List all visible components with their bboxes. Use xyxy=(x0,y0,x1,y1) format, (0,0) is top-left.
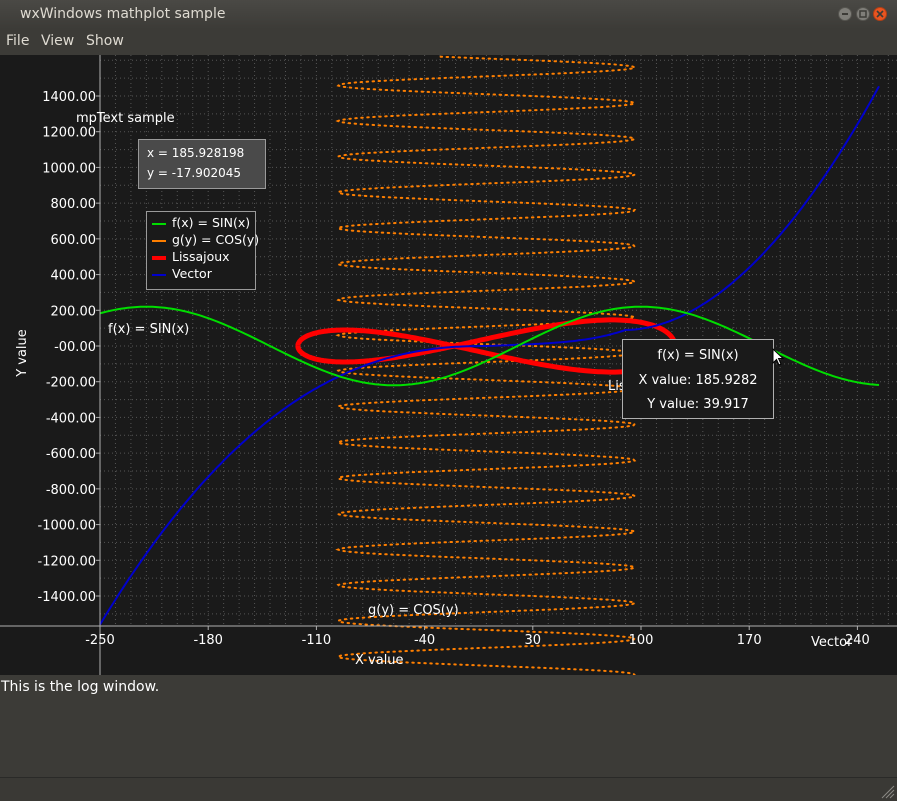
tooltip-title: f(x) = SIN(x) xyxy=(657,348,739,363)
y-tick-label: 200.00 xyxy=(51,304,97,319)
mptext-sample: mpText sample xyxy=(76,111,175,126)
tooltip-box: f(x) = SIN(x) X value: 185.9282 Y value:… xyxy=(622,339,774,419)
resize-grip-icon[interactable] xyxy=(879,783,895,799)
legend: f(x) = SIN(x) g(y) = COS(y) Lissajoux Ve… xyxy=(146,211,260,290)
legend-label: Lissajoux xyxy=(172,249,230,264)
title-bar: wxWindows mathplot sample xyxy=(0,0,897,29)
tooltip-y-value: Y value: 39.917 xyxy=(647,397,749,412)
legend-label: Vector xyxy=(172,266,212,281)
y-tick-label: -1400.00 xyxy=(38,590,96,605)
window-title: wxWindows mathplot sample xyxy=(20,6,226,22)
log-window[interactable]: This is the log window. xyxy=(0,677,897,777)
minimize-icon xyxy=(842,13,848,15)
series-cos xyxy=(335,55,638,675)
menu-bar: File View Show xyxy=(0,29,897,54)
cos-series-label: g(y) = COS(y) xyxy=(368,603,459,618)
x-tick-label: -40 xyxy=(414,633,435,648)
status-bar xyxy=(0,777,897,801)
y-tick-label: 1400.00 xyxy=(42,90,96,105)
menu-show[interactable]: Show xyxy=(86,33,124,49)
legend-swatch xyxy=(152,256,166,260)
coord-x: x = 185.928198 xyxy=(147,146,245,160)
close-button[interactable] xyxy=(873,7,887,21)
y-tick-label: 400.00 xyxy=(51,269,97,284)
x-tick-label: -180 xyxy=(193,633,223,648)
y-tick-label: -400.00 xyxy=(46,411,96,426)
sin-series-label: f(x) = SIN(x) xyxy=(108,322,189,337)
y-tick-label: -800.00 xyxy=(46,483,96,498)
legend-label: g(y) = COS(y) xyxy=(172,232,260,247)
plot-area[interactable]: 1400.00 1200.00 1000.00 800.00 600.00 400.00 2… xyxy=(0,55,897,675)
maximize-button[interactable] xyxy=(856,7,870,21)
close-icon xyxy=(876,10,884,18)
x-axis-label: X value xyxy=(355,653,404,668)
tooltip-x-value: X value: 185.9282 xyxy=(638,373,758,388)
legend-swatch xyxy=(152,223,166,225)
x-tick-label: -110 xyxy=(302,633,332,648)
x-tick-label: -250 xyxy=(85,633,115,648)
y-tick-label: -1200.00 xyxy=(38,554,96,569)
legend-swatch xyxy=(152,240,166,242)
vector-series-label: Vector xyxy=(811,635,853,650)
y-tick-label: 1000.00 xyxy=(42,161,96,176)
y-axis-label: Y value xyxy=(15,329,30,378)
log-text: This is the log window. xyxy=(1,679,160,695)
y-tick-label: 1200.00 xyxy=(42,126,96,141)
coord-y: y = -17.902045 xyxy=(147,166,242,180)
coordinates-box: x = 185.928198 y = -17.902045 xyxy=(138,139,266,189)
y-tick-label: 600.00 xyxy=(51,233,97,248)
y-tick-label: -600.00 xyxy=(46,447,96,462)
legend-swatch xyxy=(152,274,166,276)
y-tick-label: 800.00 xyxy=(51,197,97,212)
x-tick-label: 100 xyxy=(629,633,654,648)
mouse-cursor-icon xyxy=(772,348,785,366)
y-tick-label: -200.00 xyxy=(46,376,96,391)
legend-label: f(x) = SIN(x) xyxy=(172,215,251,230)
x-tick-label: 30 xyxy=(525,633,542,648)
maximize-icon xyxy=(859,10,867,18)
menu-file[interactable]: File xyxy=(6,33,29,49)
x-tick-label: 170 xyxy=(737,633,762,648)
y-tick-label: -00.00 xyxy=(54,340,96,355)
minimize-button[interactable] xyxy=(838,7,852,21)
menu-view[interactable]: View xyxy=(41,33,74,49)
y-tick-label: -1000.00 xyxy=(38,519,96,534)
